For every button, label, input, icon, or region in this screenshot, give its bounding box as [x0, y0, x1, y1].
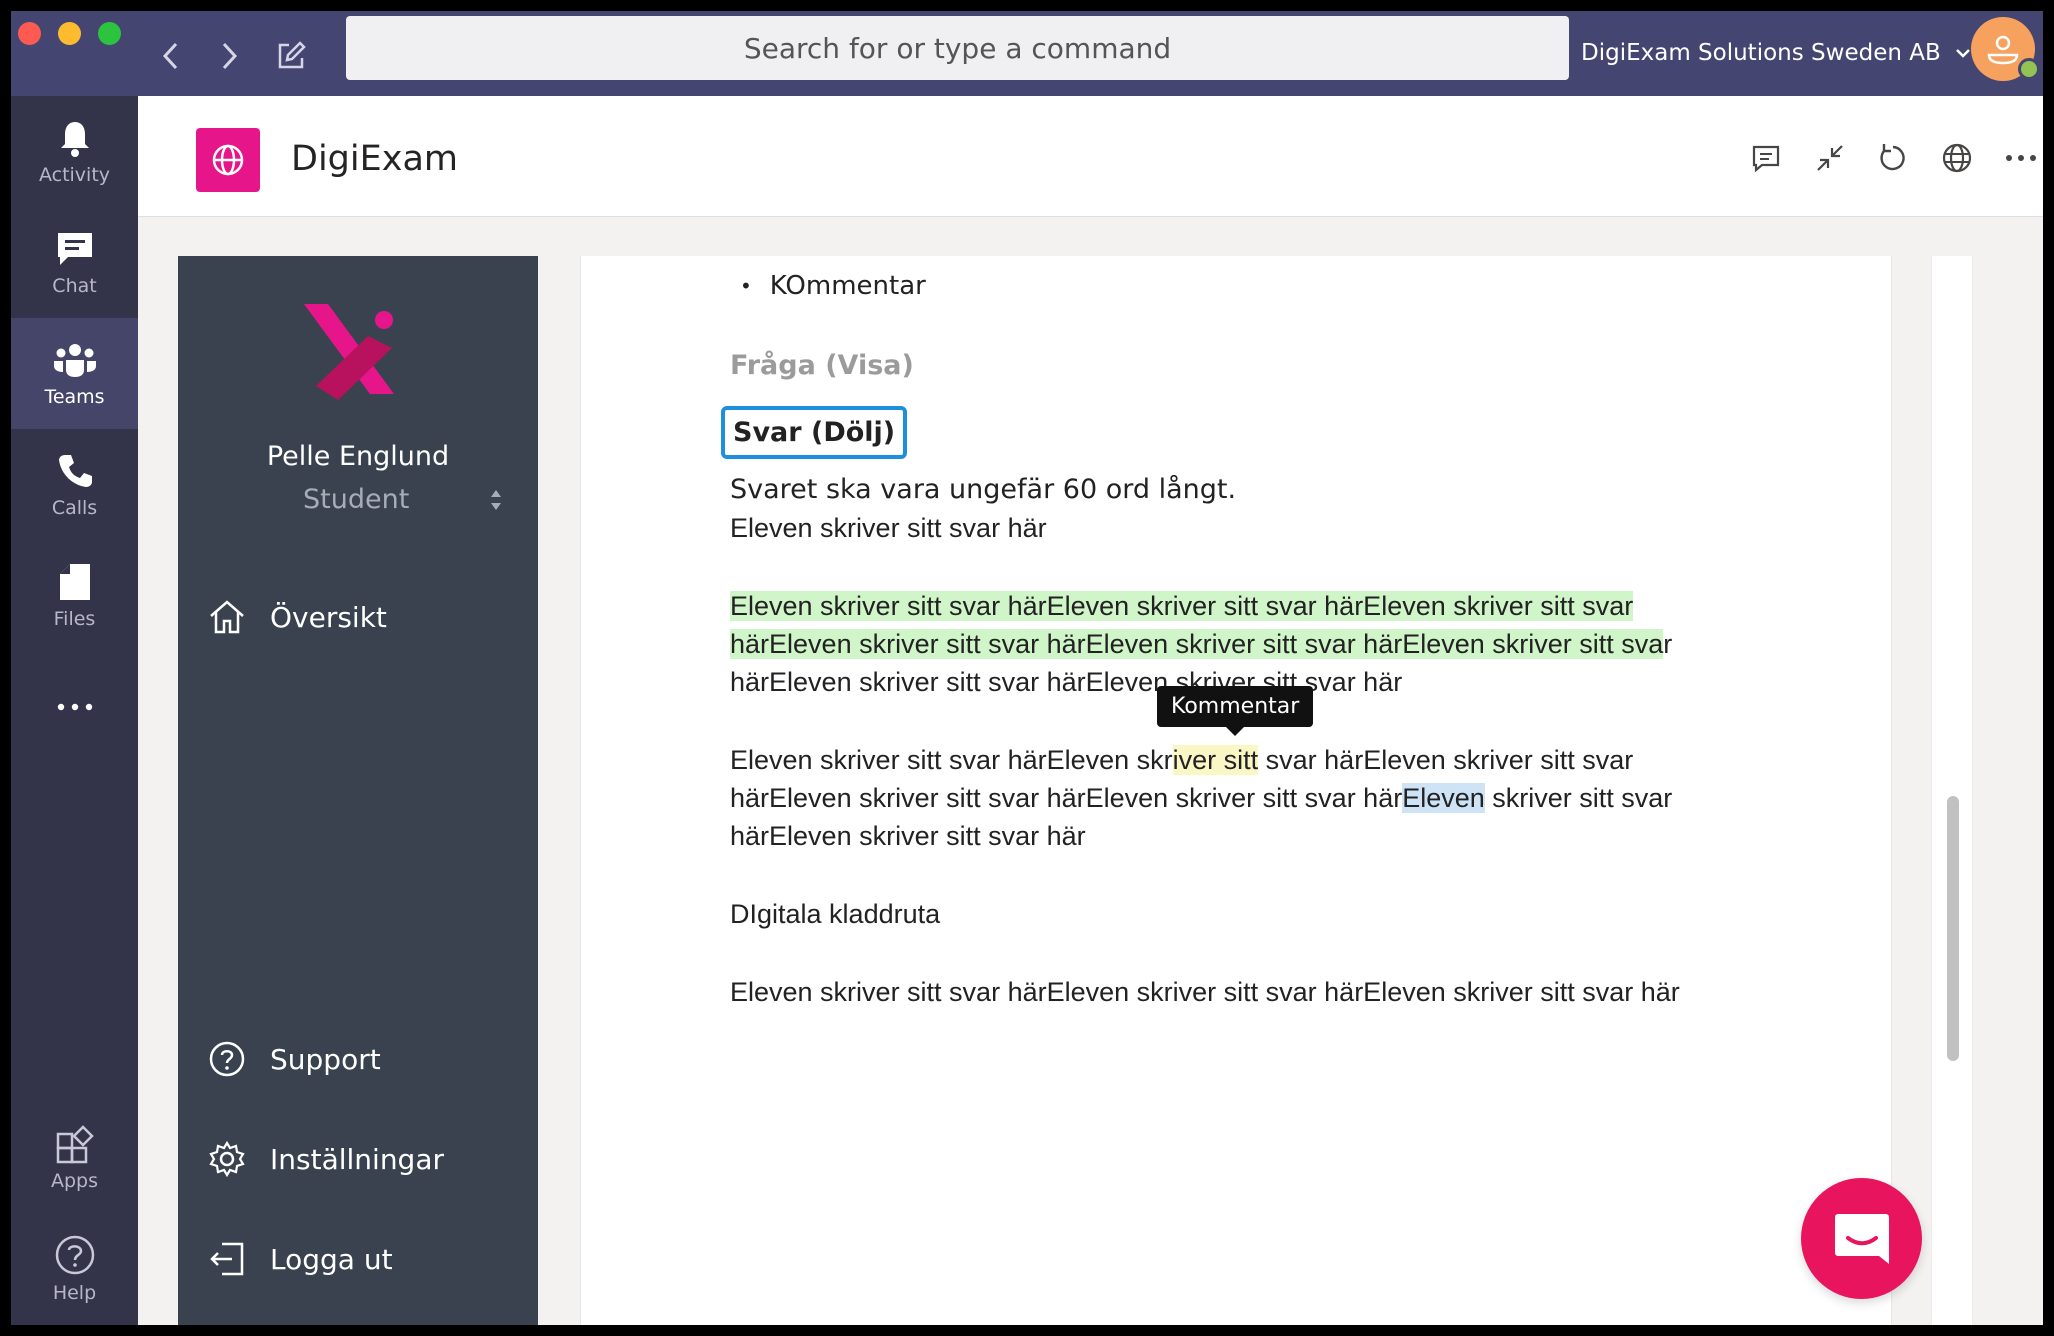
scrollbar-track[interactable] — [1931, 256, 1973, 1325]
status-badge — [2018, 58, 2040, 80]
scratchpad-heading: DIgitala kladdruta — [730, 899, 941, 929]
bullet-icon: • — [740, 274, 752, 298]
rail-label-files: Files — [53, 607, 96, 630]
nav-logout[interactable]: Logga ut — [208, 1234, 393, 1284]
rail-item-chat[interactable]: Chat — [11, 207, 138, 318]
org-name: DigiExam Solutions Sweden AB — [1581, 40, 1941, 66]
forward-icon[interactable] — [209, 36, 249, 76]
rail-label-teams: Teams — [44, 385, 105, 408]
question-toggle[interactable]: Fråga (Visa) — [730, 350, 914, 381]
apps-icon — [56, 1124, 94, 1163]
text-fragment: r — [1663, 629, 1673, 659]
home-icon — [210, 600, 244, 634]
app-rail: Activity Chat Teams Calls Files Apps Hel… — [11, 96, 138, 1325]
close-window-button[interactable] — [18, 22, 41, 45]
chat-icon — [57, 232, 92, 265]
teams-window: Search for or type a command DigiExam So… — [11, 11, 2043, 1325]
rail-item-calls[interactable]: Calls — [11, 429, 138, 540]
collapse-icon[interactable] — [1812, 140, 1848, 176]
nav-settings[interactable]: Inställningar — [208, 1134, 444, 1184]
comment-tooltip: Kommentar — [1157, 686, 1314, 736]
chevron-down-icon — [1955, 49, 1970, 58]
comment-list-item: • KOmmentar — [740, 271, 926, 301]
exam-document: • KOmmentar Fråga (Visa) Svar (Dölj) Sva… — [580, 256, 1892, 1325]
answer-paragraph-2-line-1[interactable]: Eleven skriver sitt svar härEleven skriv… — [730, 745, 1633, 776]
website-globe-icon[interactable] — [1939, 140, 1975, 176]
rail-item-apps[interactable]: Apps — [11, 1102, 138, 1213]
conversation-icon[interactable] — [1748, 140, 1784, 176]
file-icon — [59, 563, 90, 600]
org-switcher[interactable]: DigiExam Solutions Sweden AB — [1581, 33, 1971, 73]
rail-item-files[interactable]: Files — [11, 540, 138, 651]
role-switch-icon[interactable] — [488, 486, 504, 516]
more-apps-icon[interactable] — [11, 651, 138, 762]
phone-icon — [58, 454, 92, 487]
user-role: Student — [303, 484, 410, 515]
refresh-icon[interactable] — [1875, 140, 1911, 176]
answer-instruction: Svaret ska vara ungefär 60 ord långt. — [730, 474, 1237, 505]
nav-logout-label: Logga ut — [270, 1242, 393, 1276]
logout-icon — [210, 1242, 244, 1276]
rail-item-help[interactable]: Help — [11, 1213, 138, 1324]
maximize-window-button[interactable] — [98, 22, 121, 45]
gear-icon — [209, 1140, 245, 1178]
answer-paragraph-2-line-2[interactable]: härEleven skriver sitt svar härEleven sk… — [730, 783, 1672, 814]
nav-support-label: Support — [270, 1042, 381, 1076]
app-title: DigiExam — [291, 139, 458, 179]
green-highlight[interactable]: härEleven skriver sitt svar härEleven sk… — [730, 629, 1664, 659]
comment-highlight[interactable]: iver sitt — [1172, 745, 1259, 775]
title-bar: Search for or type a command DigiExam So… — [11, 11, 2043, 96]
comment-list-text: KOmmentar — [769, 271, 926, 301]
digiexam-logo-icon — [304, 304, 394, 400]
teams-icon — [53, 343, 96, 377]
globe-icon — [196, 128, 260, 192]
exam-sidebar: Pelle Englund Student Översikt Support I… — [178, 256, 538, 1325]
answer-toggle-button[interactable]: Svar (Dölj) — [721, 406, 908, 459]
help-circle-icon — [209, 1041, 245, 1077]
text-fragment: svar härEleven skriver sitt svar — [1258, 745, 1634, 775]
search-placeholder: Search for or type a command — [743, 31, 1172, 65]
scratchpad-text[interactable]: Eleven skriver sitt svar härEleven skriv… — [730, 977, 1680, 1008]
text-fragment: härEleven skriver sitt svar härEleven sk… — [730, 783, 1403, 813]
rail-label-activity: Activity — [38, 163, 111, 186]
text-selection[interactable]: Eleven — [1402, 783, 1485, 813]
support-chat-button[interactable] — [1801, 1178, 1922, 1299]
minimize-window-button[interactable] — [58, 22, 81, 45]
answer-paragraph-2-line-3[interactable]: härEleven skriver sitt svar här — [730, 821, 1086, 852]
answer-paragraph-1-line-1[interactable]: Eleven skriver sitt svar härEleven skriv… — [730, 591, 1634, 622]
rail-item-teams[interactable]: Teams — [11, 318, 138, 429]
nav-overview-label: Översikt — [270, 600, 387, 634]
compose-icon[interactable] — [271, 36, 311, 76]
rail-label-help: Help — [52, 1281, 97, 1304]
nav-overview[interactable]: Översikt — [208, 592, 387, 642]
rail-label-chat: Chat — [52, 274, 97, 297]
rail-label-calls: Calls — [51, 496, 98, 519]
help-icon — [55, 1235, 94, 1274]
bell-icon — [60, 121, 89, 157]
back-icon[interactable] — [151, 36, 191, 76]
app-header: DigiExam — [138, 96, 2043, 217]
nav-support[interactable]: Support — [208, 1034, 381, 1084]
user-name: Pelle Englund — [266, 441, 450, 472]
text-fragment: skriver sitt svar — [1484, 783, 1673, 813]
search-input[interactable]: Search for or type a command — [346, 16, 1569, 80]
nav-settings-label: Inställningar — [270, 1142, 445, 1176]
text-fragment: Eleven skriver sitt svar härEleven skr — [730, 745, 1173, 775]
answer-paragraph-1-line-2[interactable]: härEleven skriver sitt svar härEleven sk… — [730, 629, 1672, 660]
chat-bubble-icon — [1834, 1213, 1889, 1264]
more-options-icon[interactable] — [2003, 140, 2039, 176]
green-highlight[interactable]: Eleven skriver sitt svar härEleven skriv… — [730, 591, 1634, 621]
rail-label-apps: Apps — [50, 1169, 99, 1192]
answer-line[interactable]: Eleven skriver sitt svar här — [730, 513, 1047, 544]
scrollbar-thumb[interactable] — [1947, 796, 1959, 1061]
rail-item-activity[interactable]: Activity — [11, 96, 138, 207]
